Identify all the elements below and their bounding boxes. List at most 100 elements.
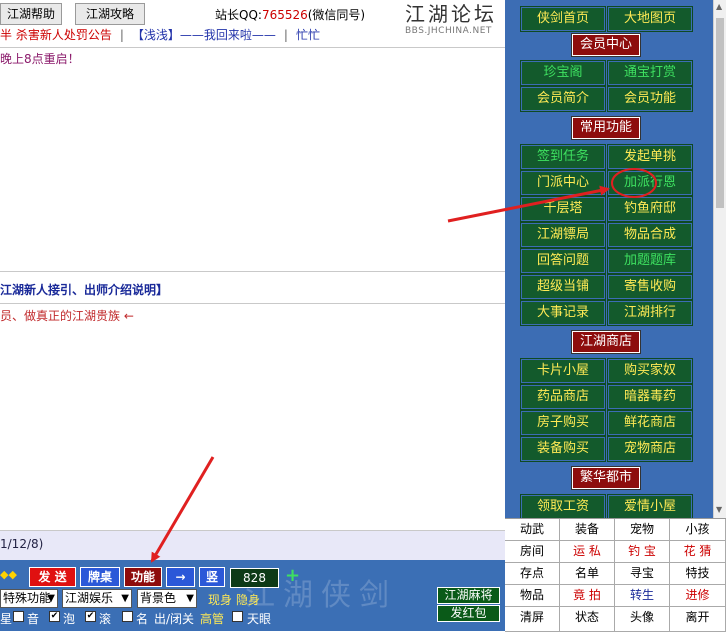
sidebar-item-fishing[interactable]: 钓鱼府邸 (607, 196, 693, 222)
grid-cell-child[interactable]: 小孩 (670, 519, 726, 541)
admin-link[interactable]: 高管 (200, 610, 224, 627)
grid-cell-avatar[interactable]: 头像 (615, 607, 670, 632)
sidebar-item-escort[interactable]: 江湖镖局 (520, 222, 606, 248)
checkbox-label: 天眼 (247, 612, 272, 626)
sidebar-item-treasure[interactable]: 珍宝阁 (520, 60, 606, 86)
grid-cell-fight[interactable]: 动武 (505, 519, 560, 541)
sidebar-item-duel[interactable]: 发起单挑 (607, 144, 693, 170)
notice-item-1[interactable]: 半 杀害新人处罚公告 (0, 28, 112, 42)
entertainment-select[interactable]: 江湖娱乐 ▼ (62, 589, 132, 608)
chat-message: 员、做真正的江湖贵族 ← (0, 309, 134, 323)
sidebar-item-home[interactable]: 侠剑首页 (520, 6, 606, 32)
sidebar-item-pet-shop[interactable]: 宠物商店 (607, 436, 693, 462)
sidebar-item-map[interactable]: 大地图页 (607, 6, 693, 32)
send-button[interactable]: 发 送 (29, 567, 76, 587)
input-text: 1/12/8) (0, 537, 44, 551)
sidebar-scrollbar[interactable]: ▲ ▼ (713, 0, 726, 518)
sidebar-item-craft[interactable]: 物品合成 (607, 222, 693, 248)
sidebar-item-salary[interactable]: 领取工资 (520, 494, 606, 520)
grid-cell-fish-treasure[interactable]: 钓 宝 (615, 541, 670, 563)
help-button[interactable]: 江湖帮助 (0, 3, 62, 25)
grid-cell-room[interactable]: 房间 (505, 541, 560, 563)
sidebar-item-quiz[interactable]: 回答问题 (520, 248, 606, 274)
sidebar-item-consign[interactable]: 寄售收购 (607, 274, 693, 300)
sidebar-item-reward[interactable]: 通宝打赏 (607, 60, 693, 86)
red-packet-button[interactable]: 发红包 (437, 605, 500, 622)
sidebar-item-card-house[interactable]: 卡片小屋 (520, 358, 606, 384)
notice-separator: | (283, 28, 288, 42)
grid-cell-auction[interactable]: 竟 拍 (560, 585, 615, 607)
grid-cell-equipment[interactable]: 装备 (560, 519, 615, 541)
section-header-member: 会员中心 (571, 33, 641, 57)
logo-url: BBS.JHCHINA.NET (405, 26, 492, 36)
sidebar-item-equipment[interactable]: 装备购买 (520, 436, 606, 462)
grid-cell-pet[interactable]: 宠物 (615, 519, 670, 541)
sidebar-item-house[interactable]: 房子购买 (520, 410, 606, 436)
arrow-button[interactable]: → (166, 567, 195, 587)
show-link[interactable]: 现身 (208, 591, 232, 608)
name-checkbox[interactable] (122, 611, 133, 622)
scroll-down-icon[interactable]: ▼ (716, 505, 722, 514)
sidebar-item-love-house[interactable]: 爱情小屋 (607, 494, 693, 520)
sidebar-item-checkin[interactable]: 签到任务 (520, 144, 606, 170)
grid-cell-skill[interactable]: 特技 (670, 563, 726, 585)
sidebar-item-flowers[interactable]: 鲜花商店 (607, 410, 693, 436)
grid-cell-items[interactable]: 物品 (505, 585, 560, 607)
online-count: 828 (230, 568, 279, 588)
grid-cell-flower-guess[interactable]: 花 猜 (670, 541, 726, 563)
sidebar-item-sect[interactable]: 门派中心 (520, 170, 606, 196)
select-value: 背景色 (140, 591, 177, 605)
select-value: 江湖娱乐 (65, 591, 114, 605)
background-color-select[interactable]: 背景色 ▼ (137, 589, 197, 608)
public-chat-area[interactable]: 晚上8点重启！ (0, 48, 505, 272)
scroll-up-icon[interactable]: ▲ (716, 2, 722, 11)
scroll-checkbox[interactable]: ✔ (85, 611, 96, 622)
sound-checkbox[interactable] (13, 611, 24, 622)
guide-button[interactable]: 江湖攻略 (75, 3, 145, 25)
sidebar-item-join-sect[interactable]: 加派行恩 (607, 170, 693, 196)
private-chat-header[interactable]: 江湖新人接引、出师介绍说明】 (0, 278, 505, 304)
sidebar-item-pharmacy[interactable]: 药品商店 (520, 384, 606, 410)
chat-message: 晚上8点重启！ (0, 52, 80, 66)
bubble-checkbox[interactable]: ✔ (49, 611, 60, 622)
forum-logo[interactable]: 江湖论坛 BBS.JHCHINA.NET (405, 3, 501, 43)
grid-cell-leave[interactable]: 离开 (670, 607, 726, 632)
sidebar-item-member-intro[interactable]: 会员简介 (520, 86, 606, 112)
sidebar-item-buy-servant[interactable]: 购买家奴 (607, 358, 693, 384)
chevron-down-icon: ▼ (47, 593, 55, 604)
sidebar-item-events[interactable]: 大事记录 (520, 300, 606, 326)
grid-cell-smuggle[interactable]: 运 私 (560, 541, 615, 563)
plus-icon[interactable]: + (285, 565, 300, 586)
grid-cell-study[interactable]: 进修 (670, 585, 726, 607)
message-input[interactable]: 1/12/8) (0, 530, 505, 560)
mahjong-button[interactable]: 江湖麻将 (437, 587, 500, 604)
grid-cell-clear[interactable]: 清屏 (505, 607, 560, 632)
top-bar: 江湖帮助 江湖攻略 站长QQ:765526(微信同号) 江湖论坛 BBS.JHC… (0, 0, 505, 48)
function-button[interactable]: 功能 (124, 567, 162, 587)
card-table-button[interactable]: 牌桌 (80, 567, 120, 587)
vertical-button[interactable]: 竖 (199, 567, 225, 587)
sidebar-menu: 侠剑首页 大地图页 会员中心 珍宝阁 通宝打赏 会员简介 会员功能 常用功能 签… (505, 0, 713, 520)
sidebar-item-pawnshop[interactable]: 超级当铺 (520, 274, 606, 300)
seclusion-link[interactable]: 出/闭关 (154, 610, 194, 627)
private-chat-area[interactable]: 员、做真正的江湖贵族 ← (0, 305, 505, 530)
control-panel: 江湖侠剑 ◆◆ 发 送 牌桌 功能 → 竖 828 + 特殊功能 ▼ 江湖娱乐 ▼ … (0, 560, 505, 631)
sidebar-item-tower[interactable]: 千层塔 (520, 196, 606, 222)
scroll-thumb[interactable] (716, 18, 724, 208)
grid-cell-status[interactable]: 状态 (560, 607, 615, 632)
hide-link[interactable]: 隐身 (236, 591, 260, 608)
sidebar-item-add-question[interactable]: 加题题库 (607, 248, 693, 274)
sky-eye-checkbox[interactable] (232, 611, 243, 622)
sidebar-item-ranking[interactable]: 江湖排行 (607, 300, 693, 326)
arrows-icon[interactable]: ◆◆ (0, 568, 17, 581)
grid-cell-rebirth[interactable]: 转生 (615, 585, 670, 607)
grid-cell-list[interactable]: 名单 (560, 563, 615, 585)
grid-cell-treasure-hunt[interactable]: 寻宝 (615, 563, 670, 585)
notice-item-3[interactable]: 忙忙 (296, 28, 320, 42)
grid-cell-deposit[interactable]: 存点 (505, 563, 560, 585)
logo-text: 江湖论坛 (405, 2, 497, 26)
sidebar-item-poison[interactable]: 暗器毒药 (607, 384, 693, 410)
sidebar-item-member-function[interactable]: 会员功能 (607, 86, 693, 112)
notice-item-2[interactable]: 【浅浅】——我回来啦—— (132, 28, 276, 42)
special-function-select[interactable]: 特殊功能 ▼ (0, 589, 58, 608)
